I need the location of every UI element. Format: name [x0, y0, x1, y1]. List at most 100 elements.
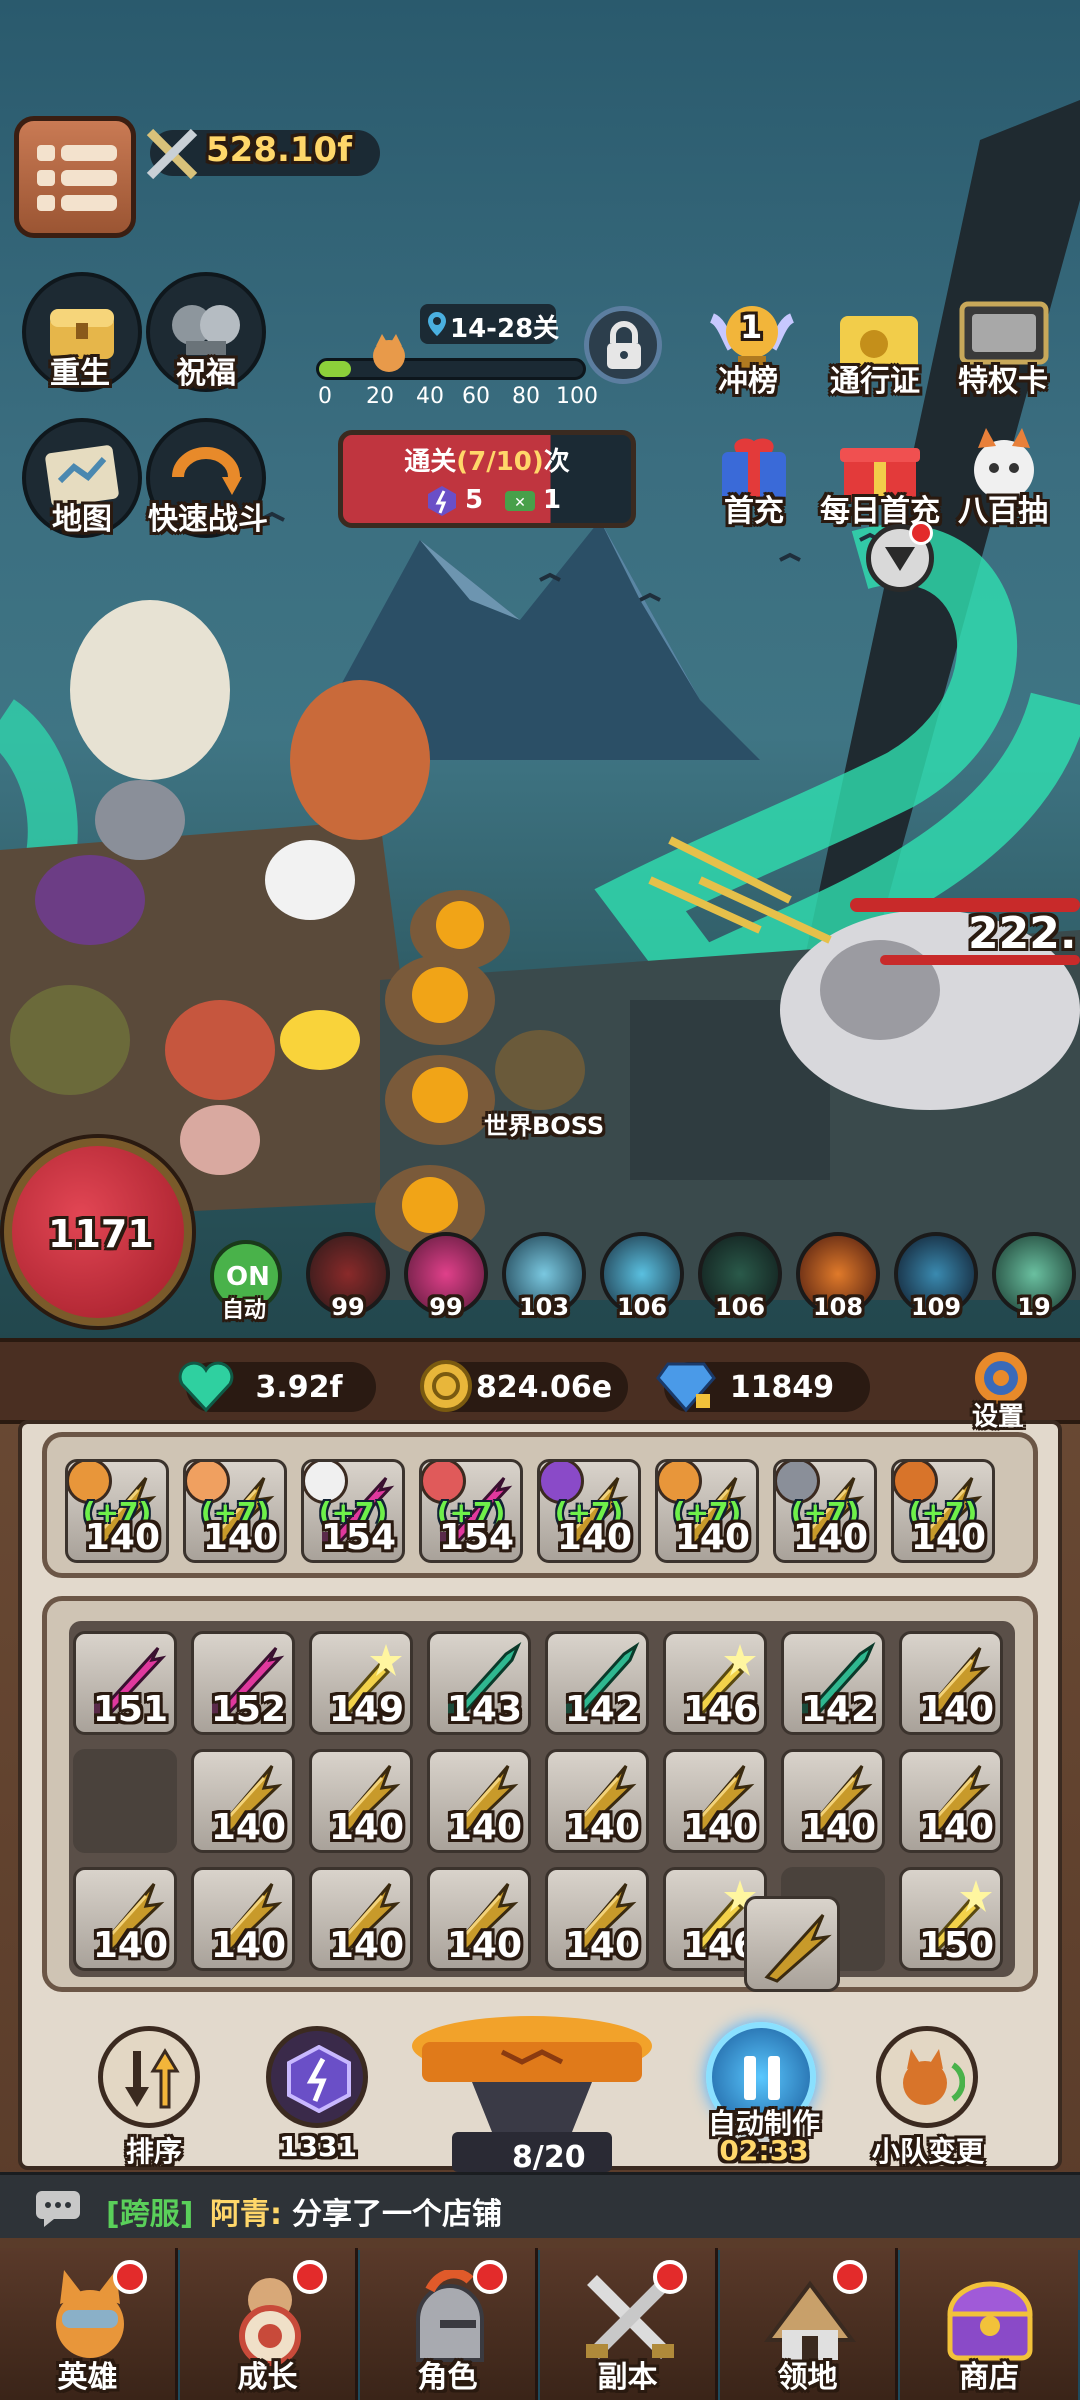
- inventory-weapon-slot[interactable]: 149: [309, 1631, 413, 1735]
- inventory-weapon-slot[interactable]: 152: [191, 1631, 295, 1735]
- notification-dot: [473, 2260, 507, 2294]
- blessing-label: 祝福: [176, 356, 236, 391]
- auto-label: 自动: [222, 1298, 267, 1323]
- hero-level: 106: [714, 1293, 766, 1321]
- clear-energy-value: 5: [465, 485, 484, 515]
- equipped-weapon-slot[interactable]: (+7) 140: [655, 1459, 759, 1563]
- nav-dungeon[interactable]: 副本: [540, 2248, 718, 2400]
- privilege-label: 特权卡: [958, 364, 1048, 399]
- world-boss-label[interactable]: 世界BOSS: [484, 1106, 604, 1141]
- inventory-weapon-slot[interactable]: 142: [545, 1631, 649, 1735]
- tick-label: 0: [318, 384, 332, 409]
- inventory-weapon-slot[interactable]: 140: [309, 1867, 413, 1971]
- nav-hero-label: 英雄: [57, 2360, 118, 2395]
- dragging-weapon-item[interactable]: [744, 1896, 840, 1992]
- stage-progress-track: [316, 358, 586, 380]
- coin-icon: [418, 1358, 474, 1418]
- clear-count: (7/10): [456, 447, 544, 477]
- rebirth-label: 重生: [50, 356, 110, 391]
- gems-value: 3.92f: [255, 1369, 343, 1405]
- chat-bar[interactable]: [跨服] 阿青: 分享了一个店铺: [0, 2172, 1080, 2238]
- inventory-weapon-slot[interactable]: 140: [781, 1749, 885, 1853]
- sort-button[interactable]: [98, 2026, 200, 2128]
- equipped-weapon-slot[interactable]: (+7) 140: [773, 1459, 877, 1563]
- location-pin-icon: [426, 310, 448, 338]
- collapse-toggle-button[interactable]: [866, 521, 934, 592]
- empty-inventory-slot[interactable]: [73, 1749, 177, 1853]
- equipped-weapon-slot[interactable]: (+7) 140: [65, 1459, 169, 1563]
- forge-count: 8/20: [512, 2140, 586, 2175]
- weapon-level: 150: [918, 1925, 994, 1966]
- equipped-weapon-slot[interactable]: (+7) 154: [301, 1459, 405, 1563]
- diamond-icon: [656, 1358, 716, 1418]
- inventory-weapon-slot[interactable]: 140: [545, 1749, 649, 1853]
- ticket-icon: ✕: [503, 489, 537, 517]
- stage-lock-button[interactable]: [584, 306, 662, 384]
- auto-state: ON: [226, 1262, 270, 1292]
- inventory-weapon-slot[interactable]: 143: [427, 1631, 531, 1735]
- energy-button[interactable]: [266, 2026, 368, 2128]
- inventory-weapon-slot[interactable]: 151: [73, 1631, 177, 1735]
- inventory-weapon-slot[interactable]: 140: [191, 1867, 295, 1971]
- inventory-panel: 151 152 149 143 142 146 142 140 140 140 140 140 140 1…: [42, 1596, 1038, 1992]
- inventory-weapon-slot[interactable]: 150: [899, 1867, 1003, 1971]
- inventory-weapon-slot[interactable]: 140: [663, 1749, 767, 1853]
- energy-small-icon: [427, 485, 457, 521]
- weapon-level: 140: [682, 1807, 758, 1848]
- stage-clear-box[interactable]: 通关(7/10)次 5 ✕ 1: [338, 430, 636, 528]
- weapon-level: 151: [92, 1689, 168, 1730]
- nav-shop[interactable]: 商店: [900, 2248, 1078, 2400]
- sort-label: 排序: [125, 2135, 182, 2168]
- diamonds-value: 11849: [729, 1369, 835, 1405]
- team-change-label: 小队变更: [871, 2135, 984, 2168]
- weapon-level: 140: [210, 1807, 286, 1848]
- inventory-weapon-slot[interactable]: 140: [73, 1867, 177, 1971]
- damage-number: 222.: [968, 908, 1077, 959]
- inventory-weapon-slot[interactable]: 140: [545, 1867, 649, 1971]
- summon-label: 八百抽: [958, 494, 1048, 529]
- nav-hero[interactable]: 英雄: [0, 2248, 178, 2400]
- list-menu-icon: [37, 143, 117, 213]
- weapon-level: 143: [446, 1689, 522, 1730]
- auto-craft-timer: 02:33: [719, 2134, 809, 2167]
- hero-level: 109: [910, 1293, 962, 1321]
- notification-dot: [113, 2260, 147, 2294]
- crossed-swords-power-icon: [142, 124, 202, 182]
- team-change-button[interactable]: [876, 2026, 978, 2128]
- menu-button[interactable]: [14, 116, 136, 238]
- weapon-level: 154: [438, 1517, 514, 1558]
- equipped-weapon-slot[interactable]: (+7) 154: [419, 1459, 523, 1563]
- inventory-weapon-slot[interactable]: 140: [899, 1749, 1003, 1853]
- nav-character-label: 角色: [417, 2360, 478, 2395]
- weapon-level: 140: [674, 1517, 750, 1558]
- chat-message: 分享了一个店铺: [292, 2197, 502, 2232]
- equipped-weapon-slot[interactable]: (+7) 140: [891, 1459, 995, 1563]
- inventory-weapon-slot[interactable]: 146: [663, 1631, 767, 1735]
- chat-user: 阿青:: [210, 2197, 282, 2232]
- weapon-level: 149: [328, 1689, 404, 1730]
- equipped-weapon-slot[interactable]: (+7) 140: [537, 1459, 641, 1563]
- weapon-level: 140: [564, 1925, 640, 1966]
- hp-value: 1171: [48, 1212, 154, 1256]
- energy-hex-icon: [287, 2044, 351, 2117]
- inventory-weapon-slot[interactable]: 140: [309, 1749, 413, 1853]
- inventory-weapon-slot[interactable]: 140: [427, 1867, 531, 1971]
- weapon-level: 140: [328, 1807, 404, 1848]
- weapon-level: 140: [446, 1807, 522, 1848]
- settings-label[interactable]: 设置: [972, 1396, 1024, 1433]
- notification-dot: [909, 521, 933, 545]
- inventory-weapon-slot[interactable]: 140: [191, 1749, 295, 1853]
- inventory-weapon-slot[interactable]: 140: [899, 1631, 1003, 1735]
- stage-progress-fill: [319, 361, 351, 377]
- inventory-weapon-slot[interactable]: 140: [427, 1749, 531, 1853]
- equipped-weapon-slot[interactable]: (+7) 140: [183, 1459, 287, 1563]
- weapon-level: 140: [446, 1925, 522, 1966]
- tick-label: 40: [416, 384, 444, 409]
- nav-territory[interactable]: 领地: [720, 2248, 898, 2400]
- nav-character[interactable]: 角色: [360, 2248, 538, 2400]
- heart-gem-icon: [176, 1356, 236, 1418]
- nav-growth[interactable]: 成长: [180, 2248, 358, 2400]
- energy-count: 1331: [279, 2130, 357, 2163]
- inventory-weapon-slot[interactable]: 142: [781, 1631, 885, 1735]
- tick-label: 20: [366, 384, 394, 409]
